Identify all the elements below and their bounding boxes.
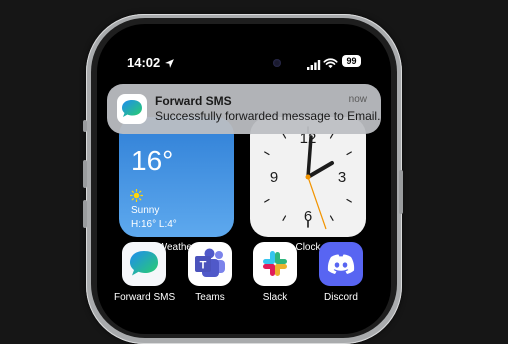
weather-high-low: H:16° L:4° — [131, 219, 177, 230]
clock-widget[interactable]: 12 9 3 6 — [250, 117, 366, 237]
weather-widget[interactable]: 16° Sunny H:16° L:4° — [119, 117, 234, 237]
action-button — [83, 120, 87, 132]
app-label-discord: Discord — [324, 292, 358, 303]
app-discord[interactable]: Discord — [311, 242, 371, 303]
weather-temperature: 16° — [131, 145, 174, 176]
volume-up-button — [83, 160, 87, 188]
discord-icon — [319, 242, 363, 286]
clock-numeral-9: 9 — [270, 169, 278, 186]
app-slack[interactable]: Slack — [245, 242, 305, 303]
sun-icon — [129, 188, 144, 205]
clock-numeral-6: 6 — [304, 208, 312, 225]
teams-icon: T — [188, 242, 232, 286]
wifi-icon — [323, 56, 338, 74]
notification-title: Forward SMS — [155, 94, 232, 108]
weather-condition: Sunny — [131, 205, 160, 216]
notification-message: Successfully forwarded message to Email. — [155, 109, 381, 123]
svg-text:T: T — [200, 260, 207, 272]
notification-banner[interactable]: Forward SMS Successfully forwarded messa… — [107, 84, 381, 134]
app-label-forward-sms: Forward SMS — [114, 292, 176, 303]
clock-numeral-3: 3 — [338, 169, 346, 186]
slack-icon — [253, 242, 297, 286]
app-label-teams: Teams — [195, 292, 225, 303]
forward-sms-icon — [122, 242, 166, 286]
location-arrow-icon — [164, 56, 175, 74]
home-screen: 14:02 99 16° Sunny H:16° L:4° Weather 12… — [97, 24, 391, 334]
forward-sms-app-icon — [117, 94, 147, 124]
status-time: 14:02 — [127, 55, 161, 70]
analog-clock-face: 12 9 3 6 — [264, 126, 352, 230]
app-teams[interactable]: T Teams — [180, 242, 240, 303]
app-forward-sms[interactable]: Forward SMS — [114, 242, 176, 303]
cellular-signal-icon — [307, 57, 321, 75]
notification-time: now — [348, 94, 367, 105]
clock-center-pin — [305, 174, 311, 180]
battery-indicator: 99 — [342, 55, 361, 67]
camera-icon — [273, 59, 281, 67]
clock-hour-hand — [306, 161, 334, 179]
app-label-slack: Slack — [262, 292, 288, 303]
volume-down-button — [83, 200, 87, 228]
power-button — [399, 170, 403, 214]
